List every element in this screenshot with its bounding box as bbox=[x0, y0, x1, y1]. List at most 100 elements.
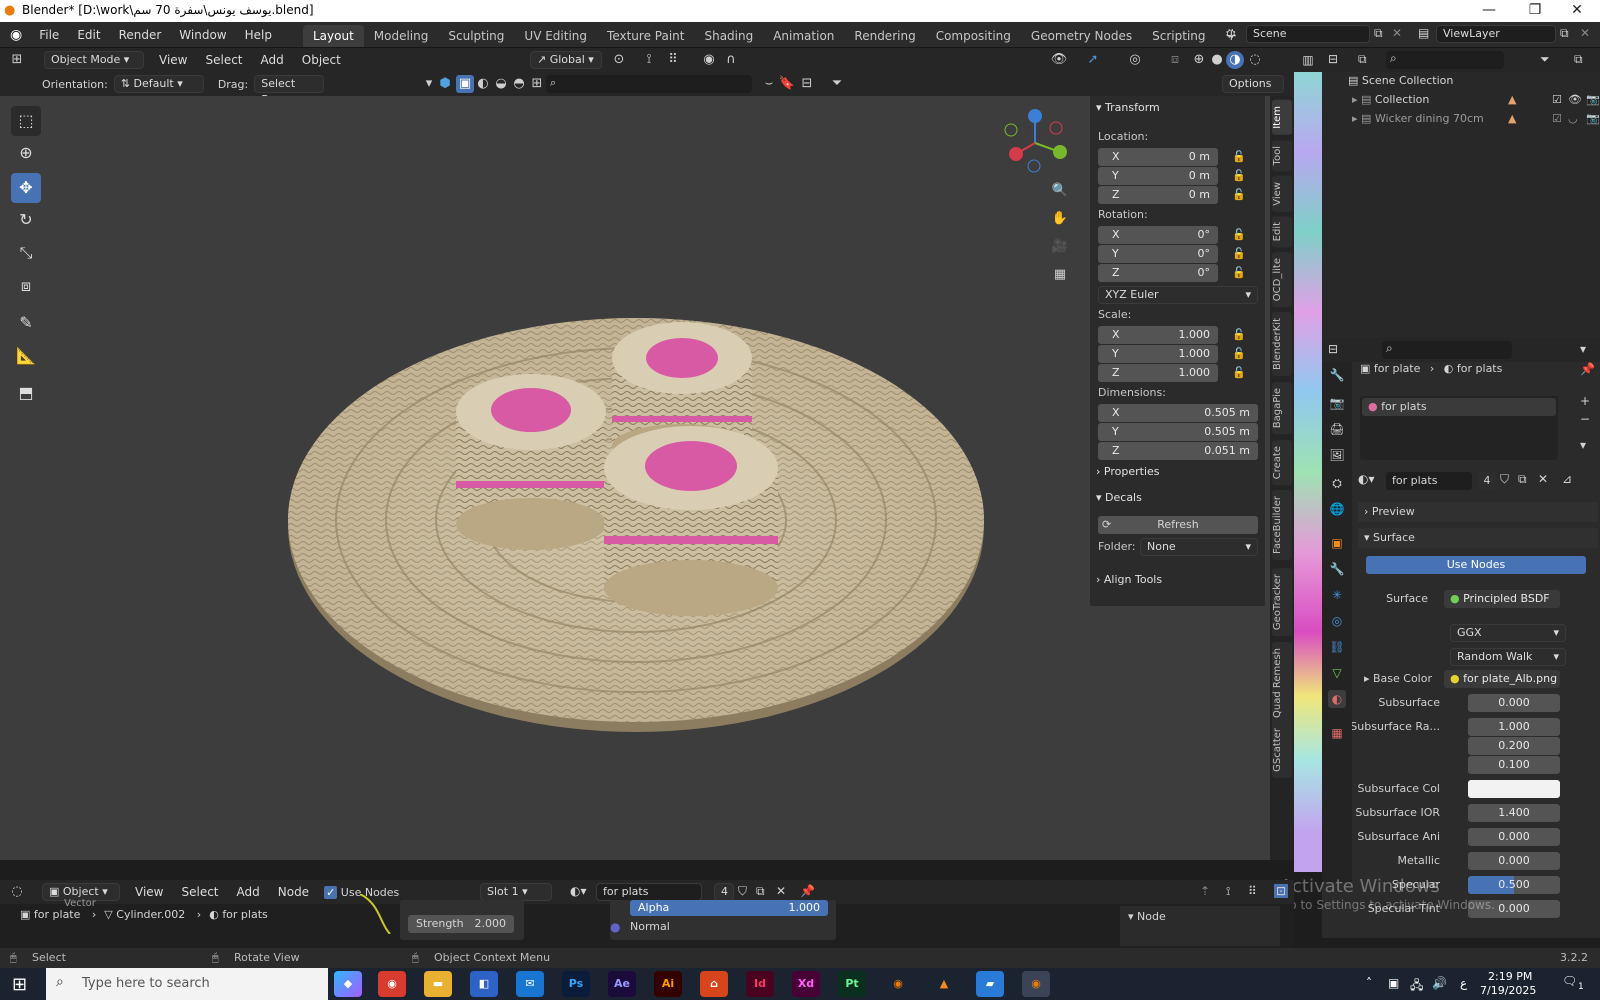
tab-facebuilder[interactable]: FaceBuilder bbox=[1272, 490, 1292, 560]
xd-icon[interactable]: Xd bbox=[792, 971, 820, 997]
slot-selector[interactable]: Slot 1 ▾ bbox=[480, 883, 552, 901]
pan-hand-icon[interactable]: ✋ bbox=[1051, 210, 1069, 228]
orientation-selector[interactable]: ⇅ Default ▾ bbox=[113, 75, 204, 93]
tab-view[interactable]: View bbox=[1272, 176, 1292, 212]
menu-render[interactable]: Render bbox=[110, 22, 171, 48]
lock-icon[interactable]: 🔓 bbox=[1232, 150, 1246, 163]
indesign-icon[interactable]: Id bbox=[746, 971, 774, 997]
network-icon[interactable]: 🖧 bbox=[1410, 976, 1423, 997]
subsurface-method-selector[interactable]: Random Walk ▾ bbox=[1450, 648, 1566, 666]
folder-selector[interactable]: None ▾ bbox=[1140, 538, 1258, 556]
editor-type-icon[interactable]: ⊞ bbox=[8, 51, 26, 69]
new-scene-icon[interactable]: ⧉ bbox=[1374, 26, 1383, 41]
tool-tab-icon[interactable]: 🔧 bbox=[1328, 366, 1346, 384]
align-tools-panel-header[interactable]: › Align Tools bbox=[1096, 570, 1162, 590]
notifications-icon[interactable]: 🗨 bbox=[1562, 974, 1577, 988]
outlook-icon[interactable]: ✉ bbox=[516, 971, 544, 997]
select-mode-invert-icon[interactable]: ◓ bbox=[510, 75, 528, 93]
falloff-icon[interactable]: ∩ bbox=[722, 51, 740, 69]
pin-icon[interactable]: 📌 bbox=[1580, 362, 1595, 376]
tab-edit[interactable]: Edit bbox=[1272, 216, 1292, 248]
transform-panel-header[interactable]: ▾ Transform bbox=[1096, 98, 1160, 118]
tab-tool[interactable]: Tool bbox=[1272, 140, 1292, 172]
tab-quad-remesh[interactable]: Quad Remesh bbox=[1272, 642, 1292, 724]
viewport-menu-object[interactable]: Object bbox=[293, 47, 350, 73]
image-editor-icon[interactable]: ▥ bbox=[1294, 48, 1322, 72]
metallic-field[interactable]: 0.000 bbox=[1468, 852, 1560, 870]
refresh-button[interactable]: ⟳ Refresh bbox=[1098, 516, 1258, 534]
rotation-mode-selector[interactable]: XYZ Euler ▾ bbox=[1098, 286, 1258, 304]
tab-compositing[interactable]: Compositing bbox=[926, 25, 1021, 47]
subsurface-radius-x-field[interactable]: 1.000 bbox=[1468, 718, 1560, 736]
move-tool-icon[interactable]: ✥ bbox=[11, 173, 41, 203]
lock-icon[interactable]: 🔓 bbox=[1232, 169, 1246, 182]
grid-icon[interactable]: ▦ bbox=[1051, 266, 1069, 284]
language-indicator[interactable]: ع bbox=[1460, 976, 1467, 990]
remove-slot-icon[interactable]: − bbox=[1580, 412, 1590, 426]
close-icon[interactable]: ✕ bbox=[1554, 0, 1600, 22]
select-mode-subtract-icon[interactable]: ◒ bbox=[492, 75, 510, 93]
base-color-texture[interactable]: ● for plate_Alb.png bbox=[1444, 670, 1560, 688]
wicker-box-front[interactable] bbox=[604, 426, 778, 616]
fake-user-icon[interactable]: ⛉ bbox=[738, 884, 747, 899]
photoshop-icon[interactable]: Ps bbox=[562, 971, 590, 997]
tab-geotracker[interactable]: GeoTracker bbox=[1272, 568, 1292, 637]
distribution-selector[interactable]: GGX ▾ bbox=[1450, 624, 1566, 642]
node-editor-canvas[interactable]: ▣ for plate › ▽ Cylinder.002 › ◐ for plats… bbox=[0, 894, 1294, 948]
viewport-menu-view[interactable]: View bbox=[150, 47, 196, 73]
duplicate-icon[interactable]: ⧉ bbox=[756, 884, 765, 899]
visibility-icon[interactable]: 👁 bbox=[1050, 51, 1068, 69]
overlay-icon[interactable]: ◎ bbox=[1126, 51, 1144, 69]
checkbox-icon[interactable]: ☑ bbox=[1552, 93, 1562, 106]
subsurface-ior-field[interactable]: 1.400 bbox=[1468, 804, 1560, 822]
surface-panel-header[interactable]: ▾ Surface bbox=[1358, 528, 1598, 548]
material-browse-icon[interactable]: ◐▾ bbox=[570, 884, 587, 898]
location-y-field[interactable]: Y0 m bbox=[1098, 167, 1218, 185]
slot-menu-icon[interactable]: ▾ bbox=[1580, 438, 1586, 452]
tab-rendering[interactable]: Rendering bbox=[844, 25, 925, 47]
tray-chevron-icon[interactable]: ˄ bbox=[1366, 976, 1372, 990]
view-layer-tab-icon[interactable]: 🖼 bbox=[1328, 446, 1346, 464]
add-slot-icon[interactable]: + bbox=[1580, 394, 1590, 408]
display-mode-icon[interactable]: ⧉ bbox=[1358, 52, 1367, 67]
normal-map-node[interactable]: Strength 2.000 bbox=[400, 900, 524, 940]
windows-start-icon[interactable]: ⊞ bbox=[12, 974, 27, 995]
strength-field[interactable]: Strength 2.000 bbox=[408, 915, 514, 933]
gizmo-icon[interactable]: ➚ bbox=[1084, 51, 1102, 69]
tab-ocd-lite[interactable]: OCD_lite bbox=[1272, 252, 1292, 308]
material-slot-item[interactable]: ● for plats bbox=[1362, 398, 1556, 416]
properties-search-input[interactable]: ⌕ bbox=[1382, 341, 1512, 359]
rendered-shading-icon[interactable]: ◌ bbox=[1246, 51, 1264, 69]
eye-icon[interactable]: 👁 bbox=[1568, 93, 1582, 106]
camera-render-icon[interactable]: 📷 bbox=[1586, 93, 1600, 106]
material-shading-icon[interactable]: ◑ bbox=[1226, 51, 1244, 69]
measure-tool-icon[interactable]: 📐 bbox=[11, 341, 41, 371]
3d-viewport[interactable]: ⬚ ⊕ ✥ ↻ ⤡ ⧈ ✎ 📐 ⬒ 🔍 ✋ 🎥 ▦ bbox=[0, 96, 1270, 860]
proportional-edit-icon[interactable]: ◉ bbox=[700, 51, 718, 69]
subsurface-anisotropy-field[interactable]: 0.000 bbox=[1468, 828, 1560, 846]
fake-user-icon[interactable]: ⛉ bbox=[1500, 472, 1509, 487]
node-menu-view[interactable]: View bbox=[126, 879, 172, 905]
filter-icon[interactable]: ⏷ bbox=[1540, 52, 1550, 67]
select-box-tool-icon[interactable]: ⬚ bbox=[11, 106, 41, 136]
properties-type-icon[interactable]: ⊟ bbox=[1328, 342, 1338, 356]
select-mode-intersect-icon[interactable]: ⊞ bbox=[528, 75, 546, 93]
parent-node-tree-icon[interactable]: ⇡ bbox=[1200, 884, 1210, 898]
rotation-z-field[interactable]: Z 0° bbox=[1098, 264, 1218, 282]
options-button[interactable]: Options ▾ bbox=[1222, 75, 1284, 106]
physics-tab-icon[interactable]: ◎ bbox=[1328, 612, 1346, 630]
after-effects-icon[interactable]: Ae bbox=[608, 971, 636, 997]
view-layer-selector[interactable]: ViewLayer bbox=[1436, 25, 1556, 43]
viewport-menu-select[interactable]: Select bbox=[196, 47, 251, 73]
eye-closed-icon[interactable]: ◡ bbox=[1568, 112, 1578, 125]
office-icon[interactable]: ⌂ bbox=[700, 971, 728, 997]
menu-file[interactable]: File bbox=[30, 22, 68, 48]
menu-edit[interactable]: Edit bbox=[68, 22, 109, 48]
menu-window[interactable]: Window bbox=[170, 22, 235, 48]
tab-layout[interactable]: Layout bbox=[302, 24, 364, 47]
bsdf-node[interactable]: Alpha 1.000 ● Normal bbox=[610, 900, 836, 940]
volume-icon[interactable]: 🔊 bbox=[1432, 976, 1447, 990]
tab-create[interactable]: Create bbox=[1272, 440, 1292, 486]
wireframe-shading-icon[interactable]: ⊕ bbox=[1190, 51, 1208, 69]
tab-item[interactable]: Item bbox=[1272, 100, 1292, 135]
